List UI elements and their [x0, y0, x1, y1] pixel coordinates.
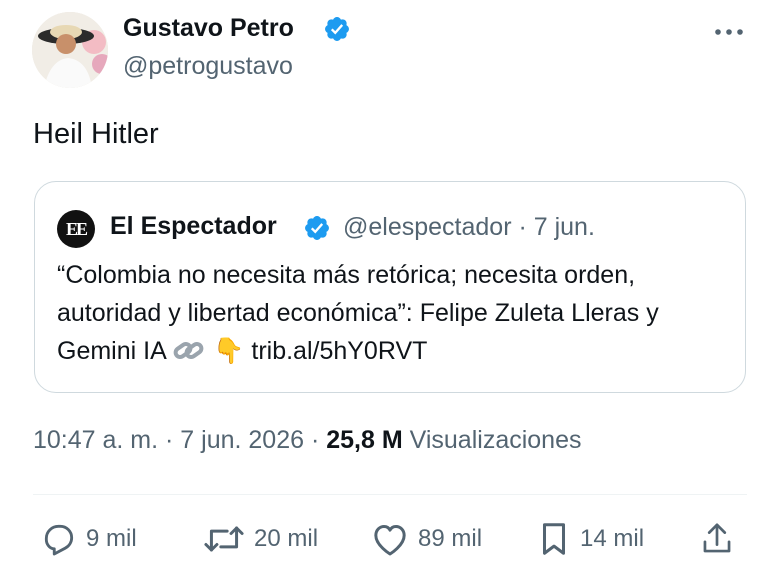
author-name[interactable]: Gustavo Petro: [123, 14, 294, 43]
quoted-tweet[interactable]: EE El Espectador @elespectador · 7 jun. …: [34, 181, 746, 393]
quote-link[interactable]: trib.al/5hY0RVT: [251, 337, 427, 365]
reply-button[interactable]: 9 mil: [40, 520, 137, 558]
reply-count: 9 mil: [86, 525, 137, 552]
repost-count: 20 mil: [254, 525, 319, 552]
quote-handle-date: @elespectador · 7 jun.: [343, 213, 595, 241]
avatar-image: [32, 12, 108, 88]
like-icon: [374, 525, 406, 556]
verified-badge-icon: [305, 216, 329, 240]
author-handle[interactable]: @petrogustavo: [123, 52, 293, 81]
repost-button[interactable]: 20 mil: [202, 520, 318, 558]
views-label: Visualizaciones: [409, 426, 582, 454]
bookmark-icon: [542, 523, 566, 555]
tweet-timestamp[interactable]: 10:47 a. m. · 7 jun. 2026 ·: [33, 426, 326, 454]
author-avatar[interactable]: [32, 12, 108, 88]
tweet-meta: 10:47 a. m. · 7 jun. 2026 · 25,8 M Visua…: [33, 426, 582, 455]
bookmark-button[interactable]: 14 mil: [536, 520, 644, 558]
verified-badge-icon: [325, 17, 349, 41]
pointing-down-emoji: 👇: [213, 337, 245, 365]
link-icon: [173, 341, 204, 360]
share-icon: [703, 523, 731, 553]
bookmark-count: 14 mil: [580, 525, 645, 552]
views-count: 25,8 M: [326, 426, 403, 454]
tweet-text: Heil Hitler: [33, 118, 159, 150]
quote-author-logo[interactable]: EE: [57, 210, 95, 248]
like-button[interactable]: 89 mil: [370, 520, 482, 558]
quote-body: “Colombia no necesita más retórica; nece…: [57, 256, 727, 370]
quote-author-name[interactable]: El Espectador: [110, 212, 277, 241]
repost-icon: [204, 526, 244, 552]
like-count: 89 mil: [418, 525, 483, 552]
divider: [33, 494, 747, 495]
share-button[interactable]: [700, 520, 742, 558]
more-options-icon[interactable]: [712, 24, 746, 40]
reply-icon: [44, 524, 74, 556]
